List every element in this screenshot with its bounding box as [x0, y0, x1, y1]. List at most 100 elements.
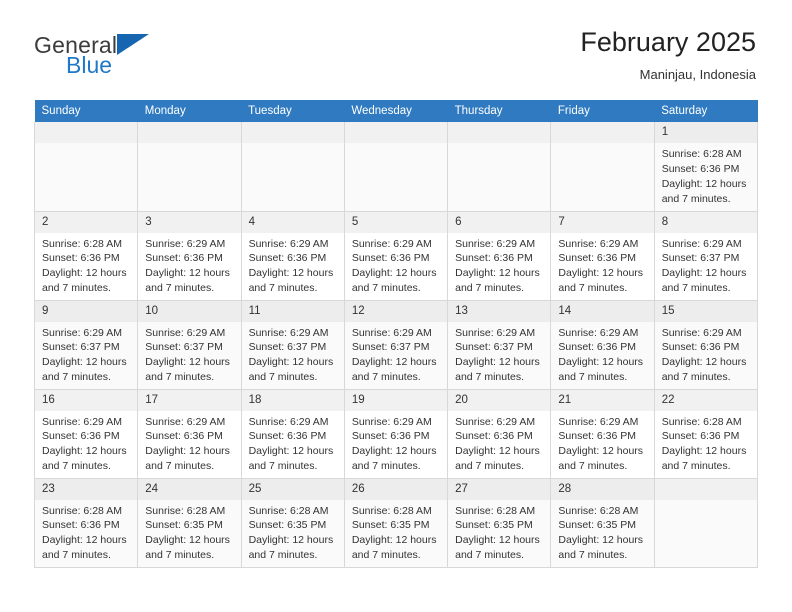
- daylight-text-line1: Daylight: 12 hours: [248, 445, 334, 458]
- sunset-text: Sunset: 6:36 PM: [42, 519, 120, 532]
- daylight-text-line2: and 7 minutes.: [455, 282, 525, 295]
- sunrise-text: Sunrise: 6:29 AM: [558, 326, 639, 339]
- day-number: 14: [551, 300, 654, 322]
- day-number: 18: [241, 389, 344, 411]
- calendar-day-cell[interactable]: 23 Sunrise: 6:28 AM Sunset: 6:36 PM Dayligh…: [33, 478, 139, 568]
- daylight-text-line1: Daylight: 12 hours: [661, 267, 747, 280]
- day-number: 15: [654, 300, 757, 322]
- page-header: General Blue February 2025 Maninjau, Ind…: [0, 0, 792, 100]
- day-number: [448, 122, 551, 143]
- calendar-day-cell[interactable]: 3 Sunrise: 6:29 AM Sunset: 6:36 PM Daylight…: [137, 211, 242, 301]
- calendar-cell-empty: [343, 122, 449, 212]
- calendar-day-cell[interactable]: 13 Sunrise: 6:29 AM Sunset: 6:37 PM Dayligh…: [447, 300, 552, 390]
- sunset-text: Sunset: 6:36 PM: [661, 162, 740, 175]
- calendar-table: Sunday Monday Tuesday Wednesday Thursday Frid…: [33, 100, 759, 568]
- calendar-day-cell[interactable]: 27 Sunrise: 6:28 AM Sunset: 6:35 PM Dayligh…: [447, 478, 552, 568]
- daylight-text-line1: Daylight: 12 hours: [455, 267, 540, 280]
- sunrise-text: Sunrise: 6:29 AM: [351, 415, 432, 428]
- sunrise-text: Sunrise: 6:28 AM: [661, 148, 742, 160]
- calendar-day-cell[interactable]: 22 Sunrise: 6:28 AM Sunset: 6:36 PM Dayligh…: [653, 389, 759, 479]
- day-details: [345, 143, 447, 147]
- calendar-day-cell[interactable]: 18 Sunrise: 6:29 AM Sunset: 6:36 PM Dayligh…: [240, 389, 345, 479]
- calendar-day-cell[interactable]: 5 Sunrise: 6:29 AM Sunset: 6:36 PM Daylight…: [343, 211, 449, 301]
- calendar-day-cell[interactable]: 24 Sunrise: 6:28 AM Sunset: 6:35 PM Dayligh…: [137, 478, 242, 568]
- calendar-day-cell[interactable]: 19 Sunrise: 6:29 AM Sunset: 6:36 PM Dayligh…: [343, 389, 449, 479]
- day-number: 24: [138, 478, 241, 500]
- calendar-cell-empty: [240, 122, 345, 212]
- daylight-text-line1: Daylight: 12 hours: [42, 534, 127, 547]
- calendar-day-cell[interactable]: 17 Sunrise: 6:29 AM Sunset: 6:36 PM Dayligh…: [137, 389, 242, 479]
- daylight-text-line1: Daylight: 12 hours: [661, 445, 747, 458]
- day-number: 22: [654, 389, 757, 411]
- calendar-day-cell[interactable]: 26 Sunrise: 6:28 AM Sunset: 6:35 PM Dayligh…: [343, 478, 449, 568]
- calendar-day-cell[interactable]: 16 Sunrise: 6:29 AM Sunset: 6:36 PM Dayligh…: [33, 389, 139, 479]
- calendar-day-cell[interactable]: 7 Sunrise: 6:29 AM Sunset: 6:36 PM Daylight…: [550, 211, 655, 301]
- calendar-day-cell[interactable]: 14 Sunrise: 6:29 AM Sunset: 6:36 PM Dayligh…: [550, 300, 655, 390]
- day-details: Sunrise: 6:28 AM Sunset: 6:35 PM Daylight:…: [242, 500, 344, 564]
- sunset-text: Sunset: 6:36 PM: [145, 430, 223, 443]
- calendar-day-cell[interactable]: 6 Sunrise: 6:29 AM Sunset: 6:36 PM Daylight…: [447, 211, 552, 301]
- daylight-text-line1: Daylight: 12 hours: [248, 356, 334, 369]
- logo-text-blue: Blue: [66, 52, 113, 78]
- calendar-day-cell[interactable]: 28 Sunrise: 6:28 AM Sunset: 6:35 PM Dayligh…: [550, 478, 655, 568]
- day-details: Sunrise: 6:29 AM Sunset: 6:36 PM Daylight:…: [138, 411, 240, 475]
- sunrise-text: Sunrise: 6:28 AM: [351, 504, 432, 517]
- day-details: Sunrise: 6:28 AM Sunset: 6:35 PM Daylight:…: [345, 500, 447, 564]
- sunrise-text: Sunrise: 6:28 AM: [42, 504, 122, 517]
- general-blue-logo[interactable]: General Blue: [34, 28, 150, 78]
- calendar-day-cell[interactable]: 8 Sunrise: 6:29 AM Sunset: 6:37 PM Daylight…: [653, 211, 759, 301]
- daylight-text-line1: Daylight: 12 hours: [145, 356, 230, 369]
- calendar-week-row: 2 Sunrise: 6:28 AM Sunset: 6:36 PM Daylight…: [33, 211, 759, 301]
- sunrise-text: Sunrise: 6:28 AM: [661, 415, 742, 428]
- calendar-day-cell[interactable]: 15 Sunrise: 6:29 AM Sunset: 6:36 PM Dayligh…: [653, 300, 759, 390]
- day-number: 21: [551, 389, 654, 411]
- day-number: 16: [35, 389, 138, 411]
- daylight-text-line2: and 7 minutes.: [558, 371, 628, 384]
- daylight-text-line2: and 7 minutes.: [455, 549, 525, 562]
- day-details: Sunrise: 6:29 AM Sunset: 6:37 PM Daylight:…: [138, 322, 240, 386]
- day-number: 28: [551, 478, 654, 500]
- daylight-text-line2: and 7 minutes.: [145, 282, 215, 295]
- sunrise-text: Sunrise: 6:29 AM: [248, 237, 329, 250]
- sunset-text: Sunset: 6:36 PM: [558, 341, 637, 354]
- calendar-day-cell[interactable]: 21 Sunrise: 6:29 AM Sunset: 6:36 PM Dayligh…: [550, 389, 655, 479]
- calendar-day-cell[interactable]: 12 Sunrise: 6:29 AM Sunset: 6:37 PM Dayligh…: [343, 300, 449, 390]
- weekday-header-sunday: Sunday: [34, 100, 138, 122]
- day-details: Sunrise: 6:29 AM Sunset: 6:36 PM Daylight:…: [345, 411, 447, 475]
- day-details: Sunrise: 6:28 AM Sunset: 6:36 PM Daylight:…: [35, 233, 137, 297]
- sunset-text: Sunset: 6:37 PM: [351, 341, 430, 354]
- daylight-text-line1: Daylight: 12 hours: [455, 356, 540, 369]
- day-number: [654, 478, 757, 500]
- sunrise-text: Sunrise: 6:29 AM: [351, 326, 432, 339]
- calendar-day-cell[interactable]: 2 Sunrise: 6:28 AM Sunset: 6:36 PM Daylight…: [33, 211, 139, 301]
- day-number: 19: [344, 389, 448, 411]
- daylight-text-line1: Daylight: 12 hours: [42, 356, 127, 369]
- daylight-text-line1: Daylight: 12 hours: [661, 356, 747, 369]
- calendar-day-cell[interactable]: 20 Sunrise: 6:29 AM Sunset: 6:36 PM Dayligh…: [447, 389, 552, 479]
- calendar-day-cell[interactable]: 25 Sunrise: 6:28 AM Sunset: 6:35 PM Dayligh…: [240, 478, 345, 568]
- calendar-day-cell[interactable]: 9 Sunrise: 6:29 AM Sunset: 6:37 PM Daylight…: [33, 300, 139, 390]
- daylight-text-line1: Daylight: 12 hours: [248, 267, 334, 280]
- daylight-text-line2: and 7 minutes.: [42, 549, 111, 562]
- sunset-text: Sunset: 6:36 PM: [145, 252, 223, 265]
- daylight-text-line2: and 7 minutes.: [351, 549, 421, 562]
- sunset-text: Sunset: 6:36 PM: [558, 252, 637, 265]
- daylight-text-line1: Daylight: 12 hours: [351, 534, 437, 547]
- calendar-day-cell[interactable]: 4 Sunrise: 6:29 AM Sunset: 6:36 PM Daylight…: [240, 211, 345, 301]
- sunrise-text: Sunrise: 6:29 AM: [42, 326, 122, 339]
- daylight-text-line1: Daylight: 12 hours: [558, 356, 644, 369]
- day-details: Sunrise: 6:29 AM Sunset: 6:36 PM Daylight:…: [655, 322, 757, 386]
- calendar-head: Sunday Monday Tuesday Wednesday Thursday Frid…: [34, 100, 758, 122]
- daylight-text-line2: and 7 minutes.: [558, 549, 628, 562]
- daylight-text-line2: and 7 minutes.: [248, 460, 318, 473]
- calendar-day-cell[interactable]: 11 Sunrise: 6:29 AM Sunset: 6:37 PM Dayligh…: [240, 300, 345, 390]
- day-number: 11: [241, 300, 344, 322]
- daylight-text-line2: and 7 minutes.: [455, 460, 525, 473]
- calendar-day-cell[interactable]: 1 Sunrise: 6:28 AM Sunset: 6:36 PM Daylight…: [653, 122, 759, 212]
- weekday-header-row: Sunday Monday Tuesday Wednesday Thursday Frid…: [34, 100, 758, 122]
- daylight-text-line1: Daylight: 12 hours: [145, 267, 230, 280]
- calendar-day-cell[interactable]: 10 Sunrise: 6:29 AM Sunset: 6:37 PM Dayligh…: [137, 300, 242, 390]
- day-details: Sunrise: 6:28 AM Sunset: 6:36 PM Daylight:…: [655, 411, 757, 475]
- day-number: [138, 122, 241, 143]
- day-details: Sunrise: 6:29 AM Sunset: 6:37 PM Daylight:…: [35, 322, 137, 386]
